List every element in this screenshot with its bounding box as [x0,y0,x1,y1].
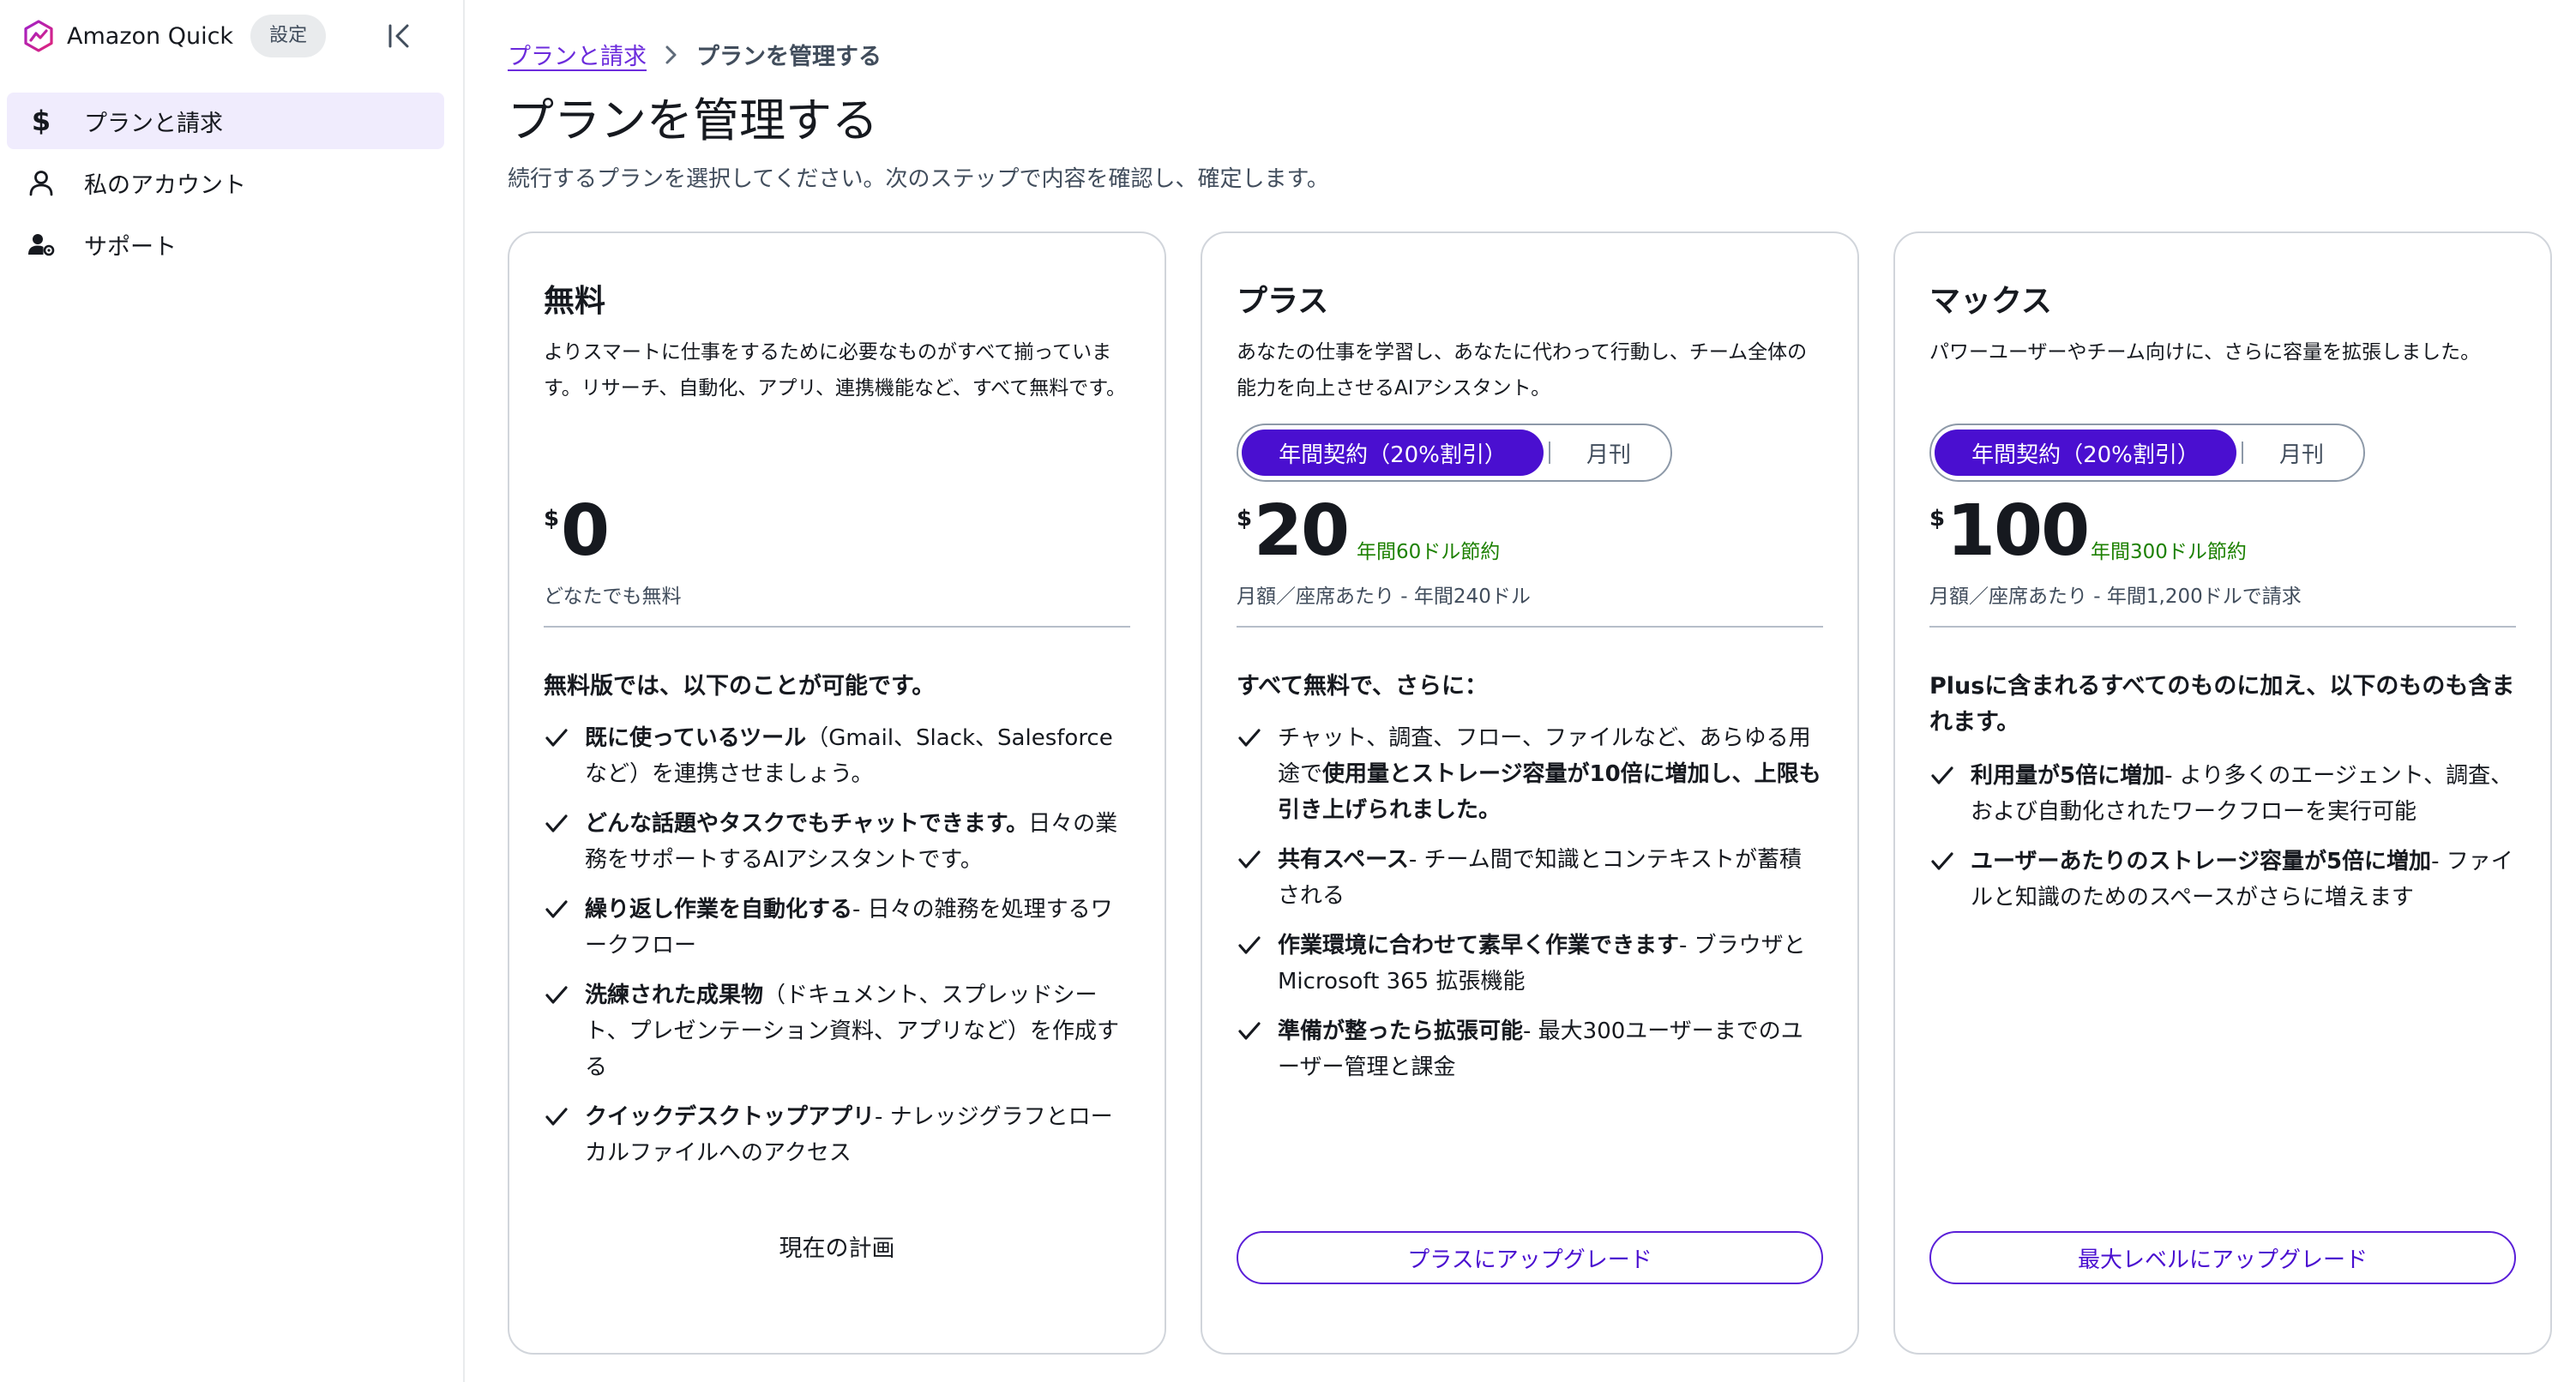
checkmark-icon [544,1099,585,1171]
current-plan-label: 現在の計画 [779,1235,895,1262]
breadcrumb-link-plans-billing[interactable]: プランと請求 [508,38,647,71]
plan-card-free: 無料 よりスマートに仕事をするために必要なものがすべて揃っています。リサーチ、自… [508,231,1166,1355]
feature-item: クイックデスクトップアプリ- ナレッジグラフとローカルファイルへのアクセス [544,1099,1130,1171]
feature-item: 利用量が5倍に増加- より多くのエージェント、調査、および自動化されたワークフロ… [1929,758,2516,830]
feature-item: ユーザーあたりのストレージ容量が5倍に増加- ファイルと知識のためのスペースがさ… [1929,844,2516,916]
upgrade-max-button[interactable]: 最大レベルにアップグレード [1929,1231,2516,1284]
plan-card-plus: プラス あなたの仕事を学習し、あなたに代わって行動し、チーム全体の能力を向上させ… [1201,231,1859,1355]
sidebar-item-label: 私のアカウント [84,171,246,199]
sidebar-nav: $ プランと請求 私のアカウント サポート [7,93,444,278]
sidebar-item-my-account[interactable]: 私のアカウント [7,154,444,211]
divider [1929,626,2516,628]
dollar-icon: $ [31,105,51,137]
upgrade-plus-button[interactable]: プラスにアップグレード [1237,1231,1823,1284]
savings-label: 年間60ドル節約 [1357,541,1501,563]
feature-text: 利用量が5倍に増加- より多くのエージェント、調査、および自動化されたワークフロ… [1971,763,2513,825]
price-amount: 100 [1947,490,2090,572]
checkmark-icon [544,806,585,878]
chevron-right-icon [664,44,679,66]
amazon-quick-logo-icon [21,18,57,54]
price-note: 月額／座席あたり - 年間1,200ドルで請求 [1929,586,2302,608]
price-amount: 20 [1254,490,1350,572]
price-row: $ 0 [544,490,1130,585]
feature-list: 既に使っているツール（Gmail、Slack、Salesforce など）を連携… [544,720,1130,1185]
brand[interactable]: Amazon Quick 設定 [21,15,327,57]
features-heading: 無料版では、以下のことが可能です。 [544,673,936,700]
toggle-option-monthly[interactable]: 月刊 [2243,437,2360,469]
feature-item: 共有スペース- チーム間で知識とコンテキストが蓄積される [1237,842,1823,914]
page-description: 続行するプランを選択してください。次のステップで内容を確認し、確定します。 [508,166,1329,192]
breadcrumb: プランと請求 プランを管理する [508,38,882,71]
feature-item: 繰り返し作業を自動化する- 日々の雑務を処理するワークフロー [544,892,1130,964]
price-row: $ 100 年間300ドル節約 [1929,490,2516,585]
sidebar-item-label: サポート [84,233,177,261]
currency-symbol: $ [544,506,560,532]
feature-item: 洗練された成果物（ドキュメント、スプレッドシート、プレゼンテーション資料、アプリ… [544,977,1130,1085]
price-note: どなたでも無料 [544,586,682,608]
plan-name: プラス [1237,284,1329,319]
breadcrumb-current: プランを管理する [696,44,882,70]
feature-item: 準備が整ったら拡張可能- 最大300ユーザーまでのユーザー管理と課金 [1237,1013,1823,1085]
plan-card-max: マックス パワーユーザーやチーム向けに、さらに容量を拡張しました。 年間契約（2… [1893,231,2552,1355]
feature-item: チャット、調査、フロー、ファイルなど、あらゆる用途で使用量とストレージ容量が10… [1237,720,1823,828]
price-amount: 0 [561,490,610,572]
sidebar-item-plans-billing[interactable]: $ プランと請求 [7,93,444,149]
price-row: $ 20 年間60ドル節約 [1237,490,1823,585]
app-root: Amazon Quick 設定 $ プランと請求 私のアカウント サポート プラ… [0,0,2576,1382]
checkmark-icon [1929,844,1971,916]
currency-symbol: $ [1929,506,1946,532]
feature-item: 既に使っているツール（Gmail、Slack、Salesforce など）を連携… [544,720,1130,792]
feature-text: どんな話題やタスクでもチャットできます。日々の業務をサポートするAIアシスタント… [585,811,1118,873]
page-title: プランを管理する [508,93,878,147]
sidebar: Amazon Quick 設定 $ プランと請求 私のアカウント サポート [0,0,465,1382]
settings-badge: 設定 [250,15,327,57]
sidebar-item-label: プランと請求 [84,110,223,137]
checkmark-icon [1237,720,1278,828]
feature-text: クイックデスクトップアプリ- ナレッジグラフとローカルファイルへのアクセス [585,1104,1113,1166]
feature-text: 共有スペース- チーム間で知識とコンテキストが蓄積される [1278,847,1802,909]
plan-description: よりスマートに仕事をするために必要なものがすべて揃っています。リサーチ、自動化、… [544,341,1126,400]
checkmark-icon [544,720,585,792]
feature-text: 繰り返し作業を自動化する- 日々の雑務を処理するワークフロー [585,897,1113,958]
checkmark-icon [1237,1013,1278,1085]
plan-name: 無料 [544,284,606,319]
toggle-option-monthly[interactable]: 月刊 [1550,437,1667,469]
billing-period-toggle: 年間契約（20%割引） 月刊 [1237,424,1672,482]
checkmark-icon [1237,928,1278,1000]
features-heading: すべて無料で、さらに： [1237,673,1488,700]
divider [1237,626,1823,628]
divider [544,626,1130,628]
features-heading: Plusに含まれるすべてのものに加え、以下のものも含まれます。 [1929,673,2515,736]
price-note: 月額／座席あたり - 年間240ドル [1237,586,1531,608]
toggle-option-annual[interactable]: 年間契約（20%割引） [1242,430,1544,476]
feature-item: 作業環境に合わせて素早く作業できます- ブラウザと Microsoft 365 … [1237,928,1823,1000]
feature-text: 作業環境に合わせて素早く作業できます- ブラウザと Microsoft 365 … [1278,933,1806,994]
savings-label: 年間300ドル節約 [2091,541,2247,563]
feature-list: チャット、調査、フロー、ファイルなど、あらゆる用途で使用量とストレージ容量が10… [1237,720,1823,1099]
currency-symbol: $ [1237,506,1253,532]
app-name: Amazon Quick [67,22,234,50]
feature-text: 洗練された成果物（ドキュメント、スプレッドシート、プレゼンテーション資料、アプリ… [585,982,1119,1080]
feature-list: 利用量が5倍に増加- より多くのエージェント、調査、および自動化されたワークフロ… [1929,758,2516,929]
support-user-icon [22,225,60,263]
toggle-option-annual[interactable]: 年間契約（20%割引） [1935,430,2236,476]
feature-text: 準備が整ったら拡張可能- 最大300ユーザーまでのユーザー管理と課金 [1278,1018,1803,1080]
collapse-sidebar-icon[interactable] [382,19,417,53]
feature-text: チャット、調査、フロー、ファイルなど、あらゆる用途で使用量とストレージ容量が10… [1278,725,1821,823]
checkmark-icon [1237,842,1278,914]
sidebar-item-support[interactable]: サポート [7,216,444,273]
plan-description: パワーユーザーやチーム向けに、さらに容量を拡張しました。 [1929,341,2481,364]
checkmark-icon [544,892,585,964]
user-icon [22,164,60,201]
plan-name: マックス [1929,284,2052,319]
feature-text: ユーザーあたりのストレージ容量が5倍に増加- ファイルと知識のためのスペースがさ… [1971,849,2513,910]
billing-period-toggle: 年間契約（20%割引） 月刊 [1929,424,2365,482]
plan-description: あなたの仕事を学習し、あなたに代わって行動し、チーム全体の能力を向上させるAIア… [1237,341,1808,400]
checkmark-icon [1929,758,1971,830]
main-content: プランと請求 プランを管理する プランを管理する 続行するプランを選択してくださ… [466,0,2576,1382]
checkmark-icon [544,977,585,1085]
feature-item: どんな話題やタスクでもチャットできます。日々の業務をサポートするAIアシスタント… [544,806,1130,878]
feature-text: 既に使っているツール（Gmail、Slack、Salesforce など）を連携… [585,725,1113,787]
